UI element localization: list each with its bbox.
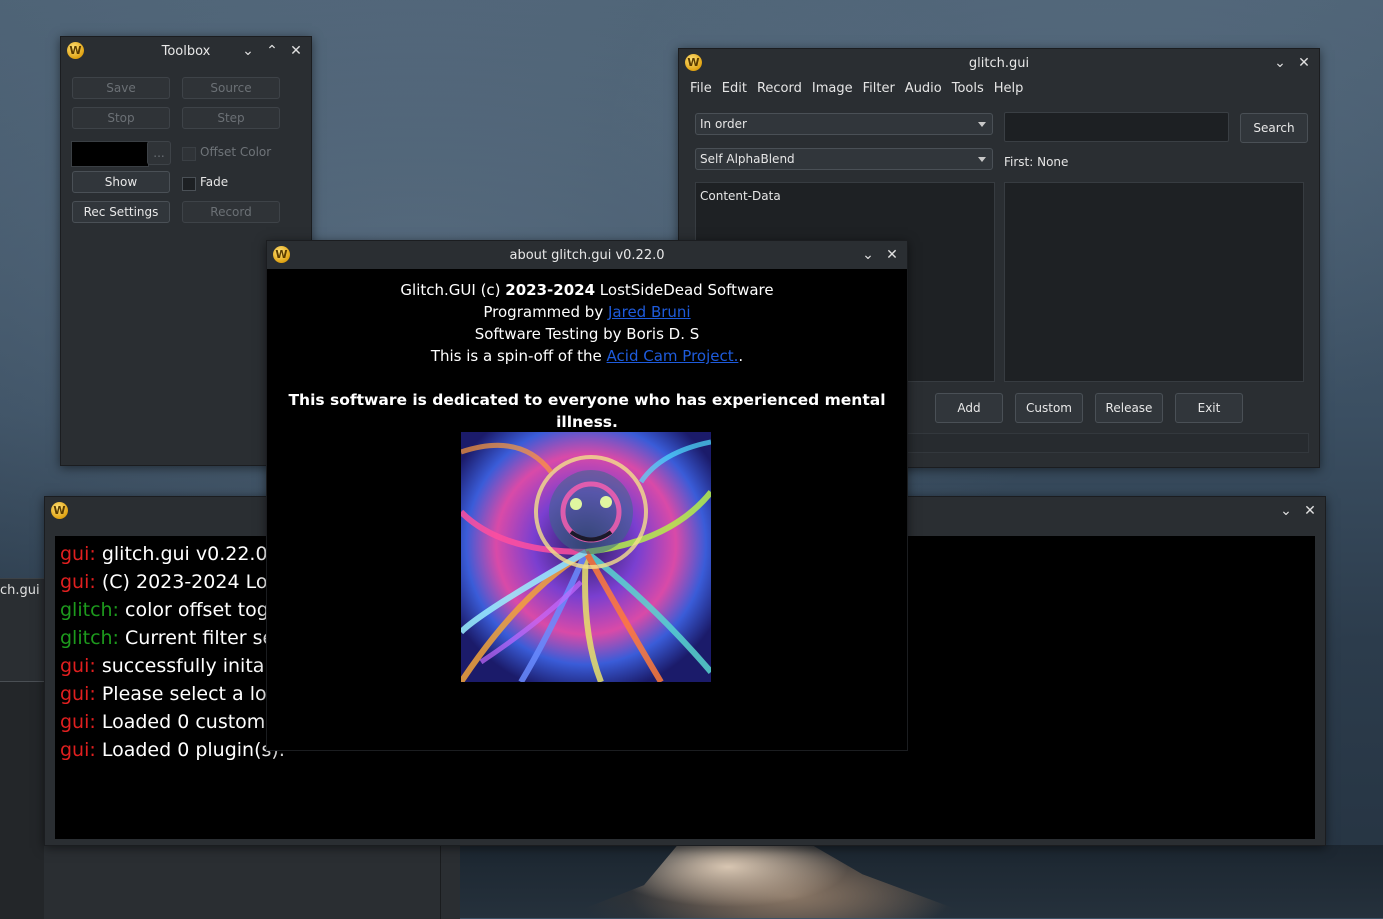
close-icon[interactable]: ✕ — [287, 42, 305, 60]
filter-list[interactable] — [1004, 182, 1304, 382]
console-text: Current filter set — [125, 627, 282, 649]
copyright-years: 2023-2024 — [505, 281, 596, 299]
order-select[interactable]: In order — [695, 113, 993, 135]
copyright-prefix: Glitch.GUI (c) — [400, 281, 506, 299]
acid-cam-link[interactable]: Acid Cam Project. — [607, 347, 739, 365]
console-tag: glitch: — [60, 627, 119, 649]
copyright-owner: LostSideDead Software — [595, 281, 774, 299]
app-icon: W — [273, 246, 290, 263]
menu-bar: File Edit Record Image Filter Audio Tool… — [679, 78, 1028, 100]
console-tag: gui: — [60, 655, 96, 677]
author-link[interactable]: Jared Bruni — [608, 303, 691, 321]
list-item[interactable]: Content-Data — [700, 189, 990, 203]
toolbox-titlebar[interactable]: W Toolbox ⌄ ⌃ ✕ — [61, 37, 311, 65]
chevron-down-icon — [978, 157, 986, 162]
color-picker-button[interactable]: ... — [147, 141, 171, 165]
filter-select-value: Self AlphaBlend — [700, 152, 795, 166]
minimize-icon[interactable]: ⌄ — [239, 42, 257, 60]
console-tag: gui: — [60, 739, 96, 761]
close-icon[interactable]: ✕ — [1295, 54, 1313, 72]
app-icon: W — [67, 42, 84, 59]
background-panel — [0, 682, 44, 919]
about-content: Glitch.GUI (c) 2023-2024 LostSideDead So… — [267, 269, 907, 750]
release-button[interactable]: Release — [1095, 393, 1163, 423]
fade-checkbox[interactable] — [182, 177, 196, 191]
background-window-title: ch.gui – — [0, 583, 51, 598]
window-title: glitch.gui — [968, 55, 1030, 71]
about-dialog[interactable]: W about glitch.gui v0.22.0 ⌄ ✕ Glitch.GU… — [266, 240, 908, 751]
menu-image[interactable]: Image — [807, 78, 858, 100]
menu-tools[interactable]: Tools — [947, 78, 989, 100]
window-title: about glitch.gui v0.22.0 — [509, 247, 665, 263]
add-button[interactable]: Add — [935, 393, 1003, 423]
filter-select[interactable]: Self AlphaBlend — [695, 148, 993, 170]
menu-file[interactable]: File — [685, 78, 717, 100]
order-select-value: In order — [700, 117, 747, 131]
menu-help[interactable]: Help — [989, 78, 1029, 100]
offset-color-label: Offset Color — [200, 145, 272, 159]
step-button[interactable]: Step — [182, 107, 280, 129]
maximize-icon[interactable]: ⌃ — [263, 42, 281, 60]
stop-button[interactable]: Stop — [72, 107, 170, 129]
copyright-line: Glitch.GUI (c) 2023-2024 LostSideDead So… — [267, 279, 907, 301]
fade-label: Fade — [200, 175, 229, 189]
dedication-line: This software is dedicated to everyone w… — [288, 391, 886, 431]
spinoff-suffix: . — [738, 347, 744, 365]
spinoff-line: This is a spin-off of the Acid Cam Proje… — [267, 345, 907, 367]
minimize-icon[interactable]: ⌄ — [1271, 54, 1289, 72]
save-button[interactable]: Save — [72, 77, 170, 99]
offset-color-checkbox[interactable] — [182, 147, 196, 161]
author-prefix: Programmed by — [483, 303, 608, 321]
show-button[interactable]: Show — [72, 171, 170, 193]
console-text: Loaded 0 plugin(s). — [101, 739, 285, 761]
console-tag: gui: — [60, 543, 96, 565]
spinoff-prefix: This is a spin-off of the — [430, 347, 607, 365]
testing-line: Software Testing by Boris D. S — [474, 325, 700, 343]
search-input[interactable] — [1004, 112, 1229, 142]
about-titlebar[interactable]: W about glitch.gui v0.22.0 ⌄ ✕ — [267, 241, 907, 269]
exit-button[interactable]: Exit — [1175, 393, 1243, 423]
custom-button[interactable]: Custom — [1015, 393, 1083, 423]
console-tag: glitch: — [60, 599, 119, 621]
console-tag: gui: — [60, 571, 96, 593]
source-button[interactable]: Source — [182, 77, 280, 99]
menu-filter[interactable]: Filter — [858, 78, 900, 100]
chevron-down-icon — [978, 122, 986, 127]
close-icon[interactable]: ✕ — [1301, 502, 1319, 520]
menu-audio[interactable]: Audio — [900, 78, 947, 100]
artwork-image — [461, 432, 711, 682]
console-tag: gui: — [60, 711, 96, 733]
main-titlebar[interactable]: W glitch.gui ⌄ ✕ — [679, 49, 1319, 77]
search-button[interactable]: Search — [1240, 113, 1308, 143]
minimize-icon[interactable]: ⌄ — [859, 246, 877, 264]
menu-record[interactable]: Record — [752, 78, 807, 100]
menu-edit[interactable]: Edit — [717, 78, 752, 100]
divider — [440, 845, 441, 919]
console-tag: gui: — [60, 683, 96, 705]
color-swatch[interactable] — [71, 141, 149, 167]
app-icon: W — [685, 54, 702, 71]
record-button[interactable]: Record — [182, 201, 280, 223]
first-label: First: None — [1004, 155, 1069, 169]
console-text: glitch.gui v0.22.0 — [101, 543, 268, 565]
rec-settings-button[interactable]: Rec Settings — [72, 201, 170, 223]
window-title: Toolbox — [161, 43, 211, 59]
close-icon[interactable]: ✕ — [883, 246, 901, 264]
psychedelic-artwork — [461, 432, 711, 682]
app-icon: W — [51, 502, 68, 519]
minimize-icon[interactable]: ⌄ — [1277, 502, 1295, 520]
author-line: Programmed by Jared Bruni — [267, 301, 907, 323]
